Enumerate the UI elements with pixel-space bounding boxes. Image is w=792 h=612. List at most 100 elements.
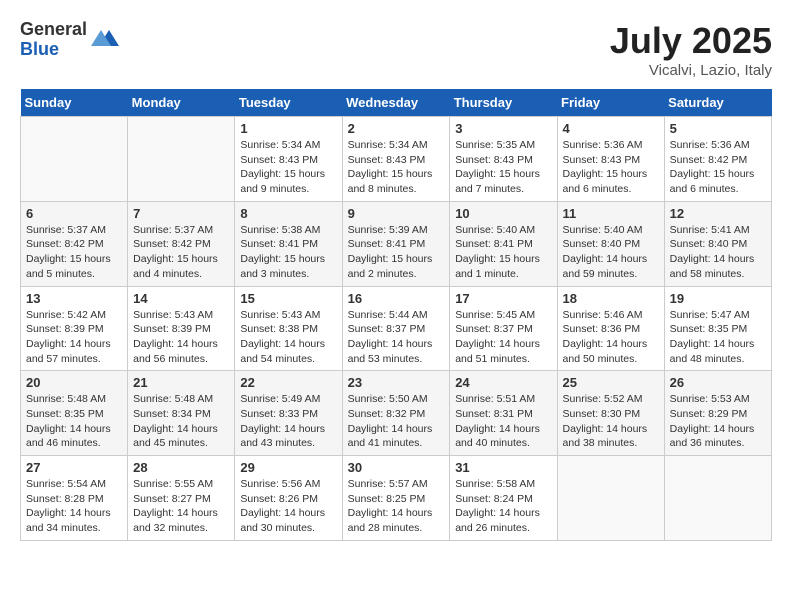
calendar-cell: 16 Sunrise: 5:44 AM Sunset: 8:37 PM Dayli… (342, 286, 450, 371)
day-number: 16 (348, 291, 445, 306)
month-title: July 2025 (610, 20, 772, 62)
day-info: Sunrise: 5:35 AM Sunset: 8:43 PM Dayligh… (455, 138, 551, 197)
day-info: Sunrise: 5:34 AM Sunset: 8:43 PM Dayligh… (348, 138, 445, 197)
day-info: Sunrise: 5:50 AM Sunset: 8:32 PM Dayligh… (348, 392, 445, 451)
calendar-cell: 4 Sunrise: 5:36 AM Sunset: 8:43 PM Daylig… (557, 117, 664, 202)
day-info: Sunrise: 5:57 AM Sunset: 8:25 PM Dayligh… (348, 477, 445, 536)
day-info: Sunrise: 5:42 AM Sunset: 8:39 PM Dayligh… (26, 308, 122, 367)
calendar-cell: 15Sunrise: 5:43 AM Sunset: 8:38 PM Dayli… (235, 286, 342, 371)
calendar-cell: 21 Sunrise: 5:48 AM Sunset: 8:34 PM Dayli… (128, 371, 235, 456)
day-number: 21 (133, 375, 229, 390)
calendar-cell: 22 Sunrise: 5:49 AM Sunset: 8:33 PM Dayli… (235, 371, 342, 456)
day-info: Sunrise: 5:48 AM Sunset: 8:35 PM Dayligh… (26, 392, 122, 451)
calendar-cell: 31 Sunrise: 5:58 AM Sunset: 8:24 PM Dayli… (450, 456, 557, 541)
day-info: Sunrise: 5:47 AM Sunset: 8:35 PM Dayligh… (670, 308, 766, 367)
logo-blue: Blue (20, 40, 87, 60)
day-info: Sunrise: 5:43 AM Sunset: 8:39 PM Dayligh… (133, 308, 229, 367)
day-info: Sunrise: 5:43 AM Sunset: 8:38 PM Dayligh… (240, 308, 336, 367)
logo-text: General Blue (20, 20, 87, 60)
day-info: Sunrise: 5:55 AM Sunset: 8:27 PM Dayligh… (133, 477, 229, 536)
day-number: 7 (133, 206, 229, 221)
day-header-monday: Monday (128, 89, 235, 117)
day-info: Sunrise: 5:38 AM Sunset: 8:41 PM Dayligh… (240, 223, 336, 282)
day-number: 2 (348, 121, 445, 136)
week-row-5: 27 Sunrise: 5:54 AM Sunset: 8:28 PM Dayli… (21, 456, 772, 541)
day-header-friday: Friday (557, 89, 664, 117)
day-number: 29 (240, 460, 336, 475)
day-number: 25 (563, 375, 659, 390)
day-number: 4 (563, 121, 659, 136)
week-row-2: 6 Sunrise: 5:37 AM Sunset: 8:42 PM Daylig… (21, 201, 772, 286)
day-info: Sunrise: 5:56 AM Sunset: 8:26 PM Dayligh… (240, 477, 336, 536)
day-number: 23 (348, 375, 445, 390)
day-number: 26 (670, 375, 766, 390)
calendar-header: SundayMondayTuesdayWednesdayThursdayFrid… (21, 89, 772, 117)
calendar-cell: 17 Sunrise: 5:45 AM Sunset: 8:37 PM Dayli… (450, 286, 557, 371)
day-number: 17 (455, 291, 551, 306)
calendar-cell: 11 Sunrise: 5:40 AM Sunset: 8:40 PM Dayli… (557, 201, 664, 286)
day-info: Sunrise: 5:48 AM Sunset: 8:34 PM Dayligh… (133, 392, 229, 451)
day-info: Sunrise: 5:58 AM Sunset: 8:24 PM Dayligh… (455, 477, 551, 536)
day-info: Sunrise: 5:49 AM Sunset: 8:33 PM Dayligh… (240, 392, 336, 451)
day-info: Sunrise: 5:36 AM Sunset: 8:43 PM Dayligh… (563, 138, 659, 197)
calendar-cell: 9Sunrise: 5:39 AM Sunset: 8:41 PM Daylig… (342, 201, 450, 286)
calendar-cell: 10 Sunrise: 5:40 AM Sunset: 8:41 PM Dayli… (450, 201, 557, 286)
day-info: Sunrise: 5:40 AM Sunset: 8:40 PM Dayligh… (563, 223, 659, 282)
calendar-cell (21, 117, 128, 202)
day-header-tuesday: Tuesday (235, 89, 342, 117)
day-info: Sunrise: 5:40 AM Sunset: 8:41 PM Dayligh… (455, 223, 551, 282)
day-number: 20 (26, 375, 122, 390)
day-number: 11 (563, 206, 659, 221)
calendar-cell: 2 Sunrise: 5:34 AM Sunset: 8:43 PM Daylig… (342, 117, 450, 202)
calendar-cell: 7 Sunrise: 5:37 AM Sunset: 8:42 PM Daylig… (128, 201, 235, 286)
calendar-cell: 1Sunrise: 5:34 AM Sunset: 8:43 PM Daylig… (235, 117, 342, 202)
day-info: Sunrise: 5:45 AM Sunset: 8:37 PM Dayligh… (455, 308, 551, 367)
day-header-sunday: Sunday (21, 89, 128, 117)
calendar-cell (557, 456, 664, 541)
calendar-cell: 13Sunrise: 5:42 AM Sunset: 8:39 PM Dayli… (21, 286, 128, 371)
day-number: 3 (455, 121, 551, 136)
calendar-cell: 3 Sunrise: 5:35 AM Sunset: 8:43 PM Daylig… (450, 117, 557, 202)
calendar: SundayMondayTuesdayWednesdayThursdayFrid… (20, 89, 772, 541)
day-info: Sunrise: 5:34 AM Sunset: 8:43 PM Dayligh… (240, 138, 336, 197)
day-info: Sunrise: 5:37 AM Sunset: 8:42 PM Dayligh… (26, 223, 122, 282)
title-block: July 2025 Vicalvi, Lazio, Italy (610, 20, 772, 79)
calendar-cell: 29 Sunrise: 5:56 AM Sunset: 8:26 PM Dayli… (235, 456, 342, 541)
calendar-cell: 27 Sunrise: 5:54 AM Sunset: 8:28 PM Dayli… (21, 456, 128, 541)
day-header-thursday: Thursday (450, 89, 557, 117)
day-number: 14 (133, 291, 229, 306)
day-info: Sunrise: 5:41 AM Sunset: 8:40 PM Dayligh… (670, 223, 766, 282)
day-number: 10 (455, 206, 551, 221)
day-number: 5 (670, 121, 766, 136)
calendar-cell (128, 117, 235, 202)
day-number: 28 (133, 460, 229, 475)
day-number: 27 (26, 460, 122, 475)
day-number: 31 (455, 460, 551, 475)
day-info: Sunrise: 5:51 AM Sunset: 8:31 PM Dayligh… (455, 392, 551, 451)
day-number: 18 (563, 291, 659, 306)
day-header-wednesday: Wednesday (342, 89, 450, 117)
calendar-cell: 8 Sunrise: 5:38 AM Sunset: 8:41 PM Daylig… (235, 201, 342, 286)
calendar-cell: 28 Sunrise: 5:55 AM Sunset: 8:27 PM Dayli… (128, 456, 235, 541)
logo-general: General (20, 20, 87, 40)
week-row-3: 13Sunrise: 5:42 AM Sunset: 8:39 PM Dayli… (21, 286, 772, 371)
calendar-cell: 26Sunrise: 5:53 AM Sunset: 8:29 PM Dayli… (664, 371, 771, 456)
day-header-saturday: Saturday (664, 89, 771, 117)
day-number: 12 (670, 206, 766, 221)
calendar-cell: 18Sunrise: 5:46 AM Sunset: 8:36 PM Dayli… (557, 286, 664, 371)
calendar-cell: 24 Sunrise: 5:51 AM Sunset: 8:31 PM Dayli… (450, 371, 557, 456)
day-info: Sunrise: 5:52 AM Sunset: 8:30 PM Dayligh… (563, 392, 659, 451)
page-header: General Blue July 2025 Vicalvi, Lazio, I… (20, 20, 772, 79)
calendar-cell: 25 Sunrise: 5:52 AM Sunset: 8:30 PM Dayli… (557, 371, 664, 456)
logo-icon (91, 26, 119, 54)
day-number: 6 (26, 206, 122, 221)
day-number: 8 (240, 206, 336, 221)
logo: General Blue (20, 20, 119, 60)
day-info: Sunrise: 5:44 AM Sunset: 8:37 PM Dayligh… (348, 308, 445, 367)
day-number: 22 (240, 375, 336, 390)
day-info: Sunrise: 5:54 AM Sunset: 8:28 PM Dayligh… (26, 477, 122, 536)
day-info: Sunrise: 5:37 AM Sunset: 8:42 PM Dayligh… (133, 223, 229, 282)
day-number: 24 (455, 375, 551, 390)
location: Vicalvi, Lazio, Italy (610, 62, 772, 79)
calendar-cell: 5Sunrise: 5:36 AM Sunset: 8:42 PM Daylig… (664, 117, 771, 202)
